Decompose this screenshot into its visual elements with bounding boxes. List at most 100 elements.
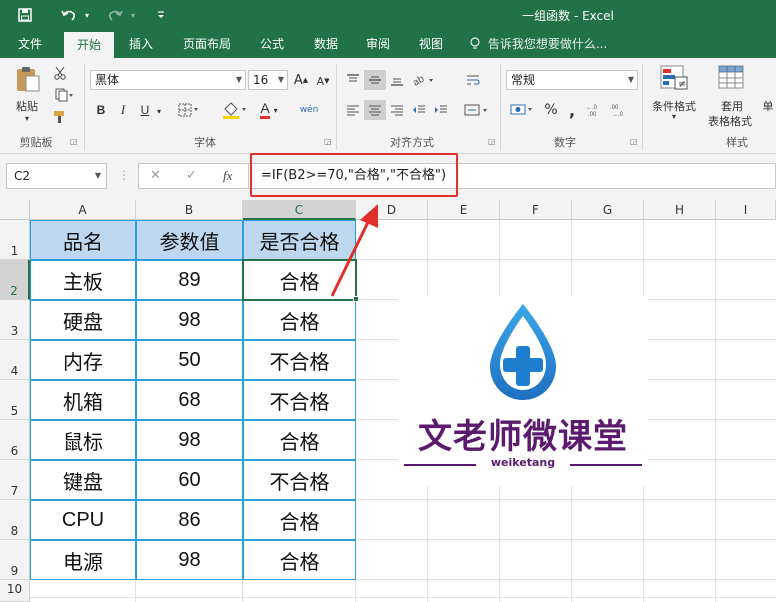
comma-button[interactable]: , (564, 100, 580, 120)
cell-a4[interactable]: 内存 (30, 340, 136, 380)
cell-b6[interactable]: 98 (136, 420, 243, 460)
row-header-10[interactable]: 10 (0, 580, 30, 602)
cell-c8[interactable]: 合格 (243, 500, 356, 540)
tab-home[interactable]: 开始 (64, 32, 114, 58)
cell-b8[interactable]: 86 (136, 500, 243, 540)
col-header-e[interactable]: E (428, 200, 500, 220)
fill-color-icon[interactable] (220, 98, 250, 122)
tab-insert[interactable]: 插入 (118, 30, 164, 58)
col-header-f[interactable]: F (500, 200, 572, 220)
font-color-icon[interactable]: A ▾ (254, 98, 284, 122)
select-all-corner[interactable] (0, 200, 30, 220)
cell-b5[interactable]: 68 (136, 380, 243, 420)
tab-review[interactable]: 审阅 (356, 30, 400, 58)
borders-icon[interactable] (176, 100, 202, 120)
table-format-label-2[interactable]: 表格格式 (700, 113, 760, 129)
row-header-2[interactable]: 2 (0, 260, 30, 300)
align-right-icon[interactable] (386, 100, 408, 120)
decrease-decimal-icon[interactable]: .00 →.0 (608, 100, 630, 120)
decrease-font-icon[interactable]: A ▼ (314, 72, 332, 90)
number-launcher-icon[interactable]: ◲ (630, 137, 638, 146)
wrap-text-icon[interactable] (462, 70, 484, 90)
font-size-combo[interactable]: 16 ▼ (248, 70, 288, 90)
cell-a5[interactable]: 机箱 (30, 380, 136, 420)
font-name-combo[interactable]: 黑体 ▼ (90, 70, 246, 90)
percent-button[interactable]: % (540, 100, 562, 120)
format-as-table-icon[interactable] (714, 62, 750, 94)
number-format-combo[interactable]: 常规 ▼ (506, 70, 638, 90)
tell-me-box[interactable]: 告诉我您想要做什么... (470, 30, 607, 58)
enter-icon[interactable]: ✓ (186, 164, 197, 188)
cell-b4[interactable]: 50 (136, 340, 243, 380)
row-header-5[interactable]: 5 (0, 380, 30, 420)
increase-decimal-icon[interactable]: ←.0.00 (584, 100, 606, 120)
col-header-h[interactable]: H (644, 200, 716, 220)
cell-a9[interactable]: 电源 (30, 540, 136, 580)
row-header-6[interactable]: 6 (0, 420, 30, 460)
paste-icon[interactable] (10, 64, 44, 94)
name-box[interactable]: C2 ▼ (6, 163, 107, 189)
cell-c5[interactable]: 不合格 (243, 380, 356, 420)
conditional-format-icon[interactable]: ≠ (656, 62, 692, 94)
cell-a8[interactable]: CPU (30, 500, 136, 540)
cell-a7[interactable]: 键盘 (30, 460, 136, 500)
paste-label[interactable]: 粘贴 (8, 98, 46, 114)
cut-icon[interactable] (50, 64, 70, 82)
tab-file[interactable]: 文件 (8, 30, 52, 58)
row-header-8[interactable]: 8 (0, 500, 30, 540)
row-header-9[interactable]: 9 (0, 540, 30, 580)
row-header-1[interactable]: 1 (0, 220, 30, 260)
bold-button[interactable]: B (92, 100, 110, 120)
currency-icon[interactable] (508, 100, 536, 120)
font-launcher-icon[interactable]: ◲ (324, 137, 332, 146)
align-middle-icon[interactable] (364, 70, 386, 90)
col-header-i[interactable]: I (716, 200, 776, 220)
cell-c6[interactable]: 合格 (243, 420, 356, 460)
col-header-g[interactable]: G (572, 200, 644, 220)
tab-view[interactable]: 视图 (408, 30, 454, 58)
cell-c9[interactable]: 合格 (243, 540, 356, 580)
phonetic-button[interactable]: wén (298, 98, 320, 122)
italic-button[interactable]: I (114, 100, 132, 120)
cell-b9[interactable]: 98 (136, 540, 243, 580)
row-header-4[interactable]: 4 (0, 340, 30, 380)
increase-font-icon[interactable]: A ▲ (292, 70, 310, 90)
cell-b3[interactable]: 98 (136, 300, 243, 340)
copy-icon[interactable] (50, 86, 78, 104)
align-top-icon[interactable] (342, 70, 364, 90)
cell-a1[interactable]: 品名 (30, 220, 136, 260)
cell-c4[interactable]: 不合格 (243, 340, 356, 380)
format-painter-icon[interactable] (50, 108, 70, 126)
cell-c3[interactable]: 合格 (243, 300, 356, 340)
cell-b2[interactable]: 89 (136, 260, 243, 300)
cell-b1[interactable]: 参数值 (136, 220, 243, 260)
align-bottom-icon[interactable] (386, 70, 408, 90)
align-left-icon[interactable] (342, 100, 364, 120)
decrease-indent-icon[interactable] (408, 100, 430, 120)
cell-c7[interactable]: 不合格 (243, 460, 356, 500)
tab-formulas[interactable]: 公式 (250, 30, 294, 58)
alignment-launcher-icon[interactable]: ◲ (488, 137, 496, 146)
cell-a6[interactable]: 鼠标 (30, 420, 136, 460)
clipboard-launcher-icon[interactable]: ◲ (70, 137, 78, 146)
tab-page-layout[interactable]: 页面布局 (174, 30, 240, 58)
row-header-3[interactable]: 3 (0, 300, 30, 340)
increase-indent-icon[interactable] (430, 100, 452, 120)
cell-a3[interactable]: 硬盘 (30, 300, 136, 340)
paste-dropdown-icon[interactable]: ▾ (8, 114, 46, 123)
tab-data[interactable]: 数据 (304, 30, 348, 58)
cancel-icon[interactable]: ✕ (150, 164, 161, 188)
underline-dropdown-icon[interactable]: ▾ (154, 102, 164, 120)
col-header-a[interactable]: A (30, 200, 136, 220)
orientation-icon[interactable]: ab (410, 70, 438, 90)
insert-function-icon[interactable]: fx (223, 164, 232, 188)
align-center-icon[interactable] (364, 100, 386, 120)
cell-style-label[interactable]: 单 (760, 98, 776, 114)
col-header-b[interactable]: B (136, 200, 243, 220)
underline-button[interactable]: U (136, 100, 154, 120)
merge-center-icon[interactable] (462, 100, 492, 120)
cell-a2[interactable]: 主板 (30, 260, 136, 300)
cell-b7[interactable]: 60 (136, 460, 243, 500)
table-format-label-1[interactable]: 套用 (708, 98, 756, 114)
row-header-7[interactable]: 7 (0, 460, 30, 500)
